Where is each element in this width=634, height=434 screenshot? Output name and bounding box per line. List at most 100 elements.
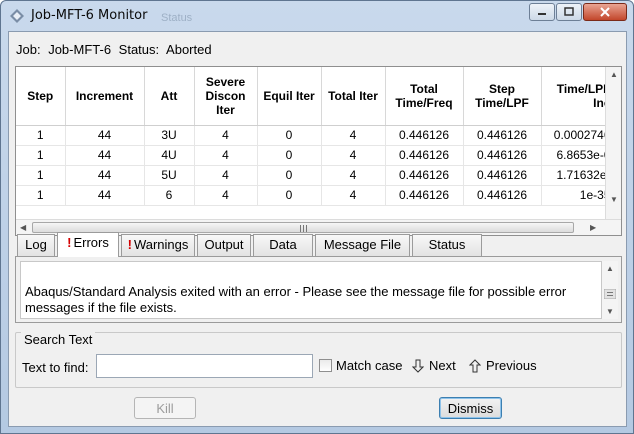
monitor-window: Job-MFT-6 Monitor Status Job: Job-MFT-6 … <box>0 0 634 434</box>
background-window-title: Status <box>161 12 193 24</box>
match-case-label: Match case <box>336 358 403 373</box>
tab-label: Errors <box>73 235 109 250</box>
increment-table[interactable]: Step Increment Att Severe Discon Iter Equil … <box>15 66 622 236</box>
table-cell: 4 <box>321 145 386 166</box>
scroll-left-icon[interactable]: ◀ <box>20 223 26 232</box>
tab-warnings[interactable]: ! Warnings <box>121 234 195 256</box>
table-cell: 0 <box>257 125 322 146</box>
scroll-down-icon[interactable]: ▼ <box>606 307 614 316</box>
tab-log[interactable]: Log <box>17 234 55 256</box>
maximize-icon <box>557 4 581 20</box>
tab-status-file[interactable]: Status File <box>412 234 482 272</box>
error-message-text[interactable]: Abaqus/Standard Analysis exited with an … <box>20 261 602 319</box>
table-cell: 44 <box>65 165 145 186</box>
minimize-icon <box>530 4 554 20</box>
column-header[interactable]: Step <box>16 67 66 126</box>
search-group-title: Search Text <box>21 332 96 347</box>
dismiss-button[interactable]: Dismiss <box>439 397 502 419</box>
maximize-button[interactable] <box>556 3 582 21</box>
match-case-checkbox[interactable]: Match case <box>319 358 402 373</box>
job-label: Job: <box>16 42 41 57</box>
table-cell: 44 <box>65 125 145 146</box>
minimize-button[interactable] <box>529 3 555 21</box>
tab-label: Warnings <box>133 237 189 252</box>
table-cell: 0.446126 <box>385 165 464 186</box>
table-cell: 1 <box>16 165 66 186</box>
column-header[interactable]: Att <box>144 67 195 126</box>
previous-label: Previous <box>486 358 537 373</box>
scroll-down-icon[interactable]: ▼ <box>610 195 618 204</box>
table-cell: 0.446126 <box>463 165 542 186</box>
table-header-row: Step Increment Att Severe Discon Iter Equil … <box>16 67 614 126</box>
table-cell: 0.446126 <box>463 125 542 146</box>
table-cell: 0.446126 <box>463 185 542 206</box>
table-cell: 4 <box>321 185 386 206</box>
status-label: Status: <box>118 42 160 57</box>
search-input[interactable] <box>96 354 313 378</box>
grip-icon <box>300 225 307 232</box>
table-cell: 0.446126 <box>463 145 542 166</box>
table-row[interactable]: 1 44 3U 4 0 4 0.446126 0.446126 0.0002746 <box>16 125 614 146</box>
previous-button[interactable]: Previous <box>469 358 537 373</box>
increment-grid: Step Increment Att Severe Discon Iter Equil … <box>16 67 614 206</box>
monitor-panel: Job: Job-MFT-6 Status: Aborted Step Incre… <box>8 31 627 427</box>
table-cell: 4 <box>321 125 386 146</box>
scroll-up-icon[interactable]: ▲ <box>610 70 618 79</box>
table-cell: 6.8653e-0 <box>541 145 614 166</box>
kill-button[interactable]: Kill <box>134 397 196 419</box>
find-label: Text to find: <box>22 360 89 375</box>
status-value: Aborted <box>166 42 212 57</box>
close-button[interactable] <box>583 3 627 21</box>
tab-label: Message File <box>323 237 402 252</box>
table-cell: 4 <box>194 165 258 186</box>
column-header[interactable]: Total Iter <box>321 67 386 126</box>
column-header[interactable]: Total Time/Freq <box>385 67 464 126</box>
table-cell: 1.71632e- <box>541 165 614 186</box>
error-mark-icon: ! <box>67 235 72 250</box>
table-cell: 0.446126 <box>385 125 464 146</box>
table-cell: 4 <box>321 165 386 186</box>
title-bar[interactable]: Job-MFT-6 Monitor Status <box>1 1 633 31</box>
arrow-down-icon <box>412 359 424 373</box>
error-mark-icon: ! <box>127 237 132 252</box>
table-cell: 0.446126 <box>385 185 464 206</box>
scroll-right-icon[interactable]: ▶ <box>590 223 596 232</box>
table-row[interactable]: 1 44 5U 4 0 4 0.446126 0.446126 1.71632e- <box>16 165 614 186</box>
tab-label: Log <box>25 237 47 252</box>
table-vertical-scrollbar[interactable]: ▲ ▼ <box>605 67 621 220</box>
table-cell: 0.446126 <box>385 145 464 166</box>
table-cell: 4 <box>194 125 258 146</box>
grip-icon <box>604 289 616 299</box>
tab-message-file[interactable]: Message File <box>315 234 410 256</box>
tab-content-panel: Abaqus/Standard Analysis exited with an … <box>15 256 622 323</box>
column-header[interactable]: Severe Discon Iter <box>194 67 258 126</box>
table-cell: 5U <box>144 165 195 186</box>
table-cell: 44 <box>65 185 145 206</box>
abaqus-app-icon <box>10 9 24 23</box>
table-cell: 4U <box>144 145 195 166</box>
tab-output[interactable]: Output <box>197 234 251 256</box>
output-tabs: Log!Errors!WarningsOutputData FileMessag… <box>15 232 622 272</box>
window-title: Job-MFT-6 Monitor <box>31 8 148 23</box>
table-cell: 4 <box>194 185 258 206</box>
table-cell: 0 <box>257 165 322 186</box>
table-cell: 0.0002746 <box>541 125 614 146</box>
column-header[interactable]: Equil Iter <box>257 67 322 126</box>
table-row[interactable]: 1 44 6 4 0 4 0.446126 0.446126 1e-35 <box>16 185 614 206</box>
column-header[interactable]: Time/LPF Inc <box>541 67 614 126</box>
scroll-up-icon[interactable]: ▲ <box>606 264 614 273</box>
next-button[interactable]: Next <box>412 358 456 373</box>
table-body: 1 44 3U 4 0 4 0.446126 0.446126 0.0002746 1 44 4U 4 0… <box>16 125 614 206</box>
column-header[interactable]: Increment <box>65 67 145 126</box>
column-header[interactable]: Step Time/LPF <box>463 67 542 126</box>
table-cell: 0 <box>257 145 322 166</box>
checkbox-box[interactable] <box>319 359 332 372</box>
table-cell: 44 <box>65 145 145 166</box>
message-scrollbar[interactable]: ▲ ▼ <box>602 261 618 319</box>
tab-data-file[interactable]: Data File <box>253 234 313 272</box>
table-cell: 1e-35 <box>541 185 614 206</box>
tab-errors[interactable]: ! Errors <box>57 232 119 257</box>
table-cell: 3U <box>144 125 195 146</box>
table-row[interactable]: 1 44 4U 4 0 4 0.446126 0.446126 6.8653e-0 <box>16 145 614 166</box>
table-cell: 6 <box>144 185 195 206</box>
